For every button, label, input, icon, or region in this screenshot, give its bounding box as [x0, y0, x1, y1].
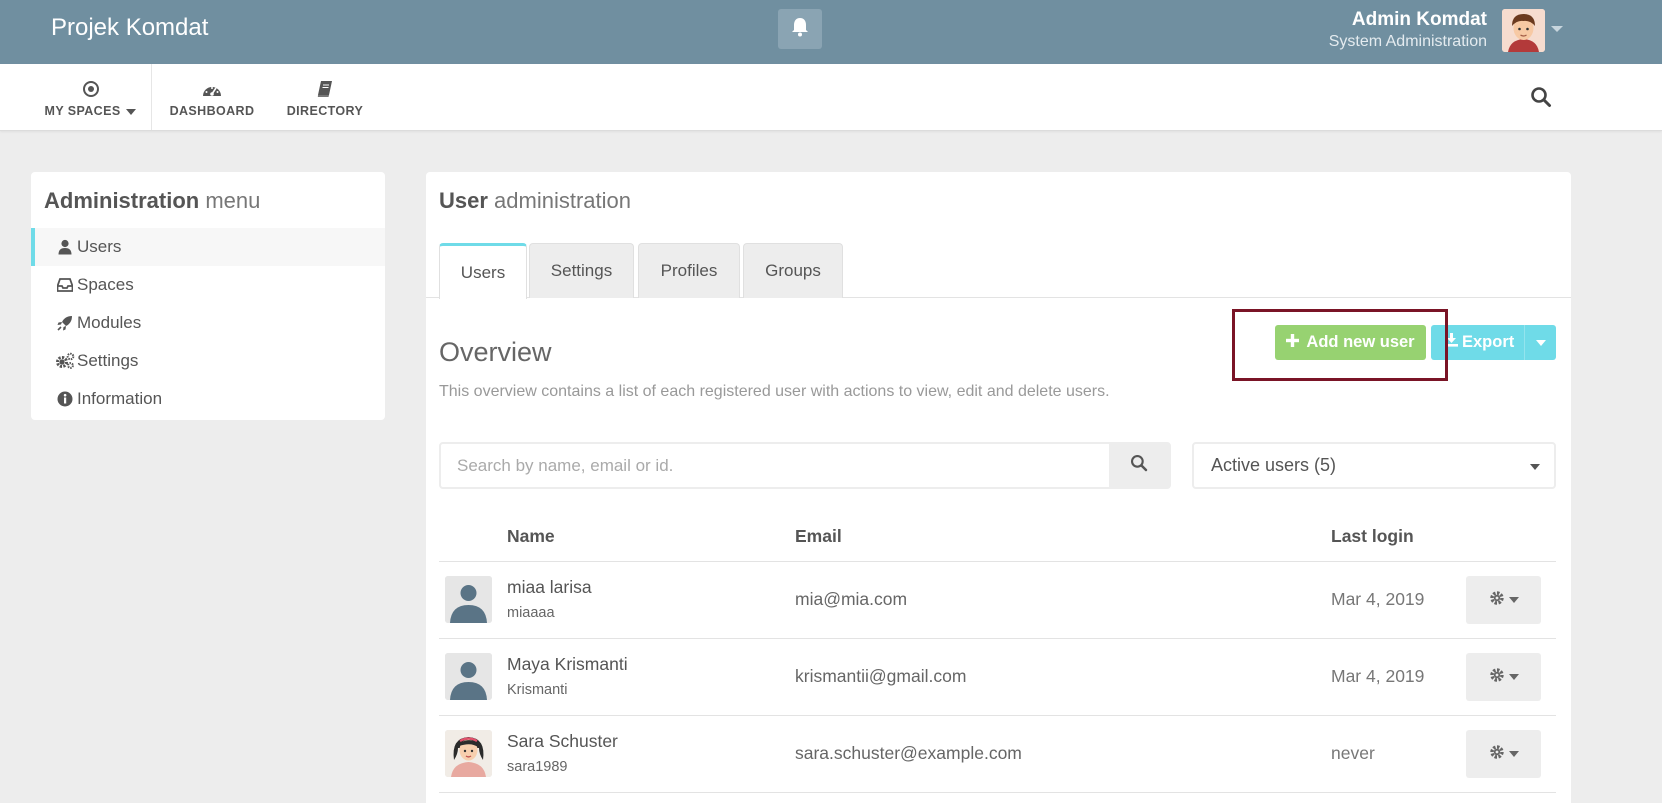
default-avatar-icon[interactable] [445, 653, 492, 700]
inbox-icon [54, 278, 76, 292]
tab-groups[interactable]: Groups [743, 243, 843, 298]
user-username: miaaaa [507, 605, 555, 621]
administration-menu-title: Administration menu [44, 188, 261, 213]
administration-menu-panel: Administration menu Users Spaces Modules… [31, 172, 385, 420]
user-menu[interactable]: Admin Komdat System Administration [1329, 9, 1487, 51]
nav-bar: MY SPACES DASHBOARD DIRECTORY [0, 64, 1662, 131]
page-title: User administration [439, 188, 631, 213]
nav-directory-label: DIRECTORY [286, 104, 364, 118]
gear-icon [1489, 667, 1505, 688]
export-label: Export [1462, 333, 1515, 351]
column-header-last-login[interactable]: Last login [1331, 526, 1414, 547]
user-fullname[interactable]: miaa larisa [507, 577, 592, 598]
caret-down-icon [1508, 597, 1519, 603]
user-username: sara1989 [507, 759, 568, 775]
admin-menu-settings-label: Settings [77, 351, 139, 370]
row-actions-button[interactable] [1466, 653, 1541, 701]
gears-icon [54, 352, 76, 370]
admin-menu-settings[interactable]: Settings [31, 342, 385, 380]
nav-directory[interactable]: DIRECTORY [280, 64, 370, 130]
user-username: Krismanti [507, 682, 568, 698]
export-dropdown-toggle[interactable] [1524, 325, 1556, 360]
user-last-login: Mar 4, 2019 [1331, 666, 1425, 686]
search-button[interactable] [1109, 444, 1169, 487]
tab-profiles[interactable]: Profiles [638, 243, 740, 298]
export-button[interactable]: Export [1431, 325, 1556, 360]
rocket-icon [54, 315, 76, 331]
info-circle-icon [54, 391, 76, 407]
male-avatar-icon [1502, 9, 1545, 52]
caret-down-icon [1535, 339, 1546, 346]
user-fullname[interactable]: Maya Krismanti [507, 654, 628, 675]
caret-down-icon [1508, 674, 1519, 680]
user-email: sara.schuster@example.com [795, 743, 1022, 763]
tab-settings[interactable]: Settings [529, 243, 634, 298]
overview-heading: Overview [439, 337, 552, 367]
nav-my-spaces[interactable]: MY SPACES [30, 64, 152, 130]
table-row-divider [439, 792, 1556, 793]
admin-menu-information-label: Information [77, 389, 163, 408]
default-avatar-icon[interactable] [445, 576, 492, 623]
gear-icon [1489, 744, 1505, 765]
dot-circle-icon [82, 76, 100, 98]
gear-icon [1489, 590, 1505, 611]
user-administration-panel: User administration Users Settings Profi… [426, 172, 1571, 803]
nav-dashboard[interactable]: DASHBOARD [160, 64, 264, 130]
user-name: Admin Komdat [1351, 9, 1487, 30]
user-last-login: never [1331, 743, 1375, 763]
admin-menu-users-label: Users [77, 237, 122, 256]
user-email: krismantii@gmail.com [795, 666, 967, 686]
search-icon[interactable] [1530, 86, 1554, 110]
user-avatar[interactable] [1502, 9, 1545, 52]
admin-menu-information[interactable]: Information [31, 380, 385, 418]
admin-menu-modules-label: Modules [77, 313, 142, 332]
admin-menu-modules[interactable]: Modules [31, 304, 385, 342]
user-icon [54, 239, 76, 255]
tab-users[interactable]: Users [439, 243, 527, 299]
search-input[interactable] [441, 444, 1109, 487]
table-row: Maya Krismanti Krismanti krismantii@gmai… [439, 638, 1556, 715]
row-actions-button[interactable] [1466, 576, 1541, 624]
notifications-button[interactable] [778, 9, 822, 49]
column-header-name[interactable]: Name [507, 526, 555, 547]
user-status-filter-value: Active users (5) [1211, 455, 1337, 475]
search-icon [1130, 454, 1148, 477]
overview-description: This overview contains a list of each re… [439, 383, 1110, 400]
admin-menu-users[interactable]: Users [31, 228, 385, 266]
column-header-email[interactable]: Email [795, 526, 842, 547]
caret-down-icon [126, 108, 137, 115]
user-status-filter[interactable]: Active users (5) [1192, 442, 1556, 489]
highlight-annotation [1232, 309, 1448, 381]
user-last-login: Mar 4, 2019 [1331, 589, 1425, 609]
caret-down-icon [1530, 464, 1540, 470]
user-search [439, 442, 1171, 489]
brand-title[interactable]: Projek Komdat [51, 14, 208, 42]
table-row: miaa larisa miaaaa mia@mia.com Mar 4, 20… [439, 561, 1556, 638]
table-row: Sara Schuster sara1989 sara.schuster@exa… [439, 715, 1556, 792]
female-avatar-icon[interactable] [445, 730, 492, 777]
user-fullname[interactable]: Sara Schuster [507, 731, 618, 752]
caret-down-icon [1508, 751, 1519, 757]
admin-menu-spaces-label: Spaces [77, 275, 134, 294]
user-email: mia@mia.com [795, 589, 908, 609]
dashboard-icon [202, 76, 222, 98]
admin-menu-spaces[interactable]: Spaces [31, 266, 385, 304]
row-actions-button[interactable] [1466, 730, 1541, 778]
nav-my-spaces-label: MY SPACES [44, 104, 121, 118]
user-menu-caret-icon[interactable] [1551, 26, 1563, 32]
book-icon [317, 76, 333, 98]
bell-icon [791, 17, 809, 42]
nav-dashboard-label: DASHBOARD [169, 104, 255, 118]
user-role: System Administration [1328, 33, 1487, 50]
top-bar: Projek Komdat Admin Komdat System Admini… [0, 0, 1662, 64]
